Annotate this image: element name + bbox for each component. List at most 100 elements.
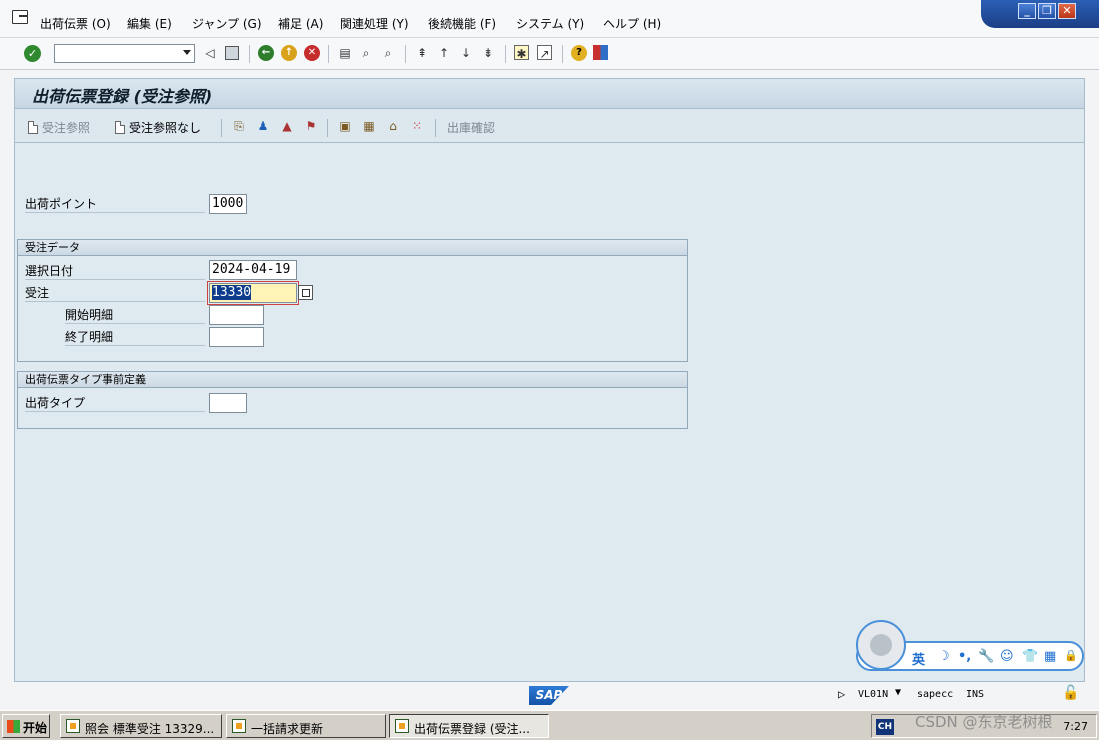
warehouse-icon[interactable]: ⌂ xyxy=(385,118,401,134)
windows-flag-icon xyxy=(7,720,20,733)
order-reference-label: 受注参照 xyxy=(42,121,91,135)
taskbar-window-3[interactable]: 出荷伝票登録 (受注... xyxy=(389,714,549,738)
previous-page-icon[interactable]: ↑ xyxy=(436,45,452,61)
command-field[interactable] xyxy=(54,44,195,63)
application-toolbar: 受注参照 受注参照なし ⎘ ♟ ▲ ⚑ ▣ ▦ ⌂ ⁙ 出庫確認 xyxy=(14,108,1085,143)
menu-subsequent-functions[interactable]: 後続機能 (F) xyxy=(428,15,496,32)
toolbar-separator xyxy=(435,119,436,137)
selection-date-label: 選択日付 xyxy=(25,262,205,280)
standard-toolbar: ✓ ◁ ← ↑ ✕ ▤ ⌕ ⌕ ⇞ ↑ ↓ ⇟ ✱ ↗ ? xyxy=(0,38,1099,70)
new-session-icon[interactable]: ✱ xyxy=(514,45,529,61)
toolbar-separator xyxy=(328,45,329,63)
restore-button[interactable]: ❐ xyxy=(1038,3,1056,19)
taskbar-window-1[interactable]: 照会 標準受注 13329... xyxy=(60,714,222,738)
document-icon xyxy=(115,121,125,134)
menu-edit[interactable]: 編集 (E) xyxy=(127,15,172,32)
start-label: 开始 xyxy=(23,721,48,735)
menu-help[interactable]: ヘルプ (H) xyxy=(603,15,661,32)
order-reference-button[interactable]: 受注参照 xyxy=(28,119,90,136)
cancel-icon[interactable]: ✕ xyxy=(304,45,320,61)
from-item-input[interactable] xyxy=(209,305,264,325)
menu-environment[interactable]: 関連処理 (Y) xyxy=(340,15,409,32)
chevron-down-icon[interactable] xyxy=(183,50,191,55)
packing-icon[interactable]: ▦ xyxy=(361,118,377,134)
hat-icon[interactable]: ▲ xyxy=(279,118,295,134)
toolbar-separator xyxy=(405,45,406,63)
window-controls: _ ❐ ✕ xyxy=(981,0,1099,28)
screen-title-bar: 出荷伝票登録 (受注参照) xyxy=(14,78,1085,108)
package-icon[interactable]: ▣ xyxy=(337,118,353,134)
order-label: 受注 xyxy=(25,284,205,302)
start-button[interactable]: 开始 xyxy=(2,714,50,738)
print-icon[interactable]: ▤ xyxy=(337,45,353,61)
menu-bar: 出荷伝票 (O) 編集 (E) ジャンプ (G) 補足 (A) 関連処理 (Y)… xyxy=(0,0,1099,38)
taskbar-window-2-label: 一括請求更新 xyxy=(251,722,324,736)
without-order-reference-button[interactable]: 受注参照なし xyxy=(115,119,201,136)
taskbar-window-1-label: 照会 標準受注 13329... xyxy=(85,722,215,736)
lock-icon[interactable]: 🔒 xyxy=(1064,649,1078,662)
enter-icon[interactable]: ✓ xyxy=(24,45,41,62)
toolbar-separator xyxy=(562,45,563,63)
taskbar-window-3-label: 出荷伝票登録 (受注... xyxy=(414,722,530,736)
delivery-type-input[interactable] xyxy=(209,393,247,413)
wrench-icon[interactable]: 🔧 xyxy=(978,649,994,664)
toolbar-separator xyxy=(505,45,506,63)
next-page-icon[interactable]: ↓ xyxy=(458,45,474,61)
status-bar: SAP ▷ VL01N ▼ sapecc INS 🔓 xyxy=(0,683,1099,710)
system-menu-icon[interactable] xyxy=(12,10,28,24)
close-button[interactable]: ✕ xyxy=(1058,3,1076,19)
find-next-icon[interactable]: ⌕ xyxy=(380,45,396,61)
goods-issue-button[interactable]: 出庫確認 xyxy=(447,119,495,136)
to-item-label: 終了明細 xyxy=(65,328,205,346)
status-expand-icon[interactable]: ▷ xyxy=(838,687,845,701)
grid-icon[interactable]: ▦ xyxy=(1044,649,1056,664)
taskbar-window-2[interactable]: 一括請求更新 xyxy=(226,714,386,738)
layout-icon[interactable] xyxy=(593,45,608,60)
delivery-type-label: 出荷タイプ xyxy=(25,394,205,412)
input-language-indicator[interactable]: CH xyxy=(876,719,894,735)
toolbar-separator xyxy=(221,119,222,137)
toolbar-separator xyxy=(249,45,250,63)
minimize-button[interactable]: _ xyxy=(1018,3,1036,19)
punctuation-icon[interactable]: •, xyxy=(958,649,971,664)
page-title: 出荷伝票登録 (受注参照) xyxy=(32,87,213,106)
menu-extras[interactable]: 補足 (A) xyxy=(278,15,323,32)
copy-document-icon[interactable]: ⎘ xyxy=(231,118,247,134)
from-item-label: 開始明細 xyxy=(65,306,205,324)
toolbar-separator xyxy=(327,119,328,137)
ime-avatar-icon[interactable] xyxy=(856,620,906,670)
ime-face xyxy=(870,634,892,656)
save-icon[interactable] xyxy=(225,46,239,60)
shipping-icon[interactable]: ⚑ xyxy=(303,118,319,134)
help-icon[interactable]: ? xyxy=(571,45,587,61)
menu-goto[interactable]: ジャンプ (G) xyxy=(192,15,262,32)
menu-delivery[interactable]: 出荷伝票 (O) xyxy=(40,15,111,32)
moon-icon[interactable]: ☽ xyxy=(938,649,950,664)
to-item-input[interactable] xyxy=(209,327,264,347)
value-help-icon[interactable] xyxy=(298,285,313,300)
back-arrow-icon[interactable]: ◁ xyxy=(202,45,218,61)
first-page-icon[interactable]: ⇞ xyxy=(414,45,430,61)
sap-logo: SAP xyxy=(529,686,569,705)
exit-icon[interactable]: ↑ xyxy=(281,45,297,61)
transaction-code: VL01N xyxy=(858,689,889,700)
document-icon xyxy=(28,121,38,134)
shortcut-icon[interactable]: ↗ xyxy=(537,45,552,61)
find-icon[interactable]: ⌕ xyxy=(358,45,374,61)
smiley-icon[interactable]: ☺ xyxy=(1000,649,1014,664)
status-dropdown-icon[interactable]: ▼ xyxy=(895,687,901,698)
skin-icon[interactable]: 👕 xyxy=(1022,649,1038,664)
system-name: sapecc xyxy=(917,689,954,700)
main-content: 出荷ポイント 1000 受注データ 選択日付 2024-04-19 受注 133… xyxy=(14,143,1085,682)
menu-system[interactable]: システム (Y) xyxy=(516,15,584,32)
back-icon[interactable]: ← xyxy=(258,45,274,61)
insert-mode: INS xyxy=(966,689,985,700)
selection-date-input[interactable]: 2024-04-19 xyxy=(209,260,297,280)
order-input[interactable]: 13330 xyxy=(207,281,299,305)
shipping-point-input[interactable]: 1000 xyxy=(209,194,247,214)
last-page-icon[interactable]: ⇟ xyxy=(480,45,496,61)
ime-language-mode[interactable]: 英 xyxy=(912,649,925,668)
partner-icon[interactable]: ♟ xyxy=(255,118,271,134)
matrix-icon[interactable]: ⁙ xyxy=(409,118,425,134)
without-order-reference-label: 受注参照なし xyxy=(129,121,202,135)
